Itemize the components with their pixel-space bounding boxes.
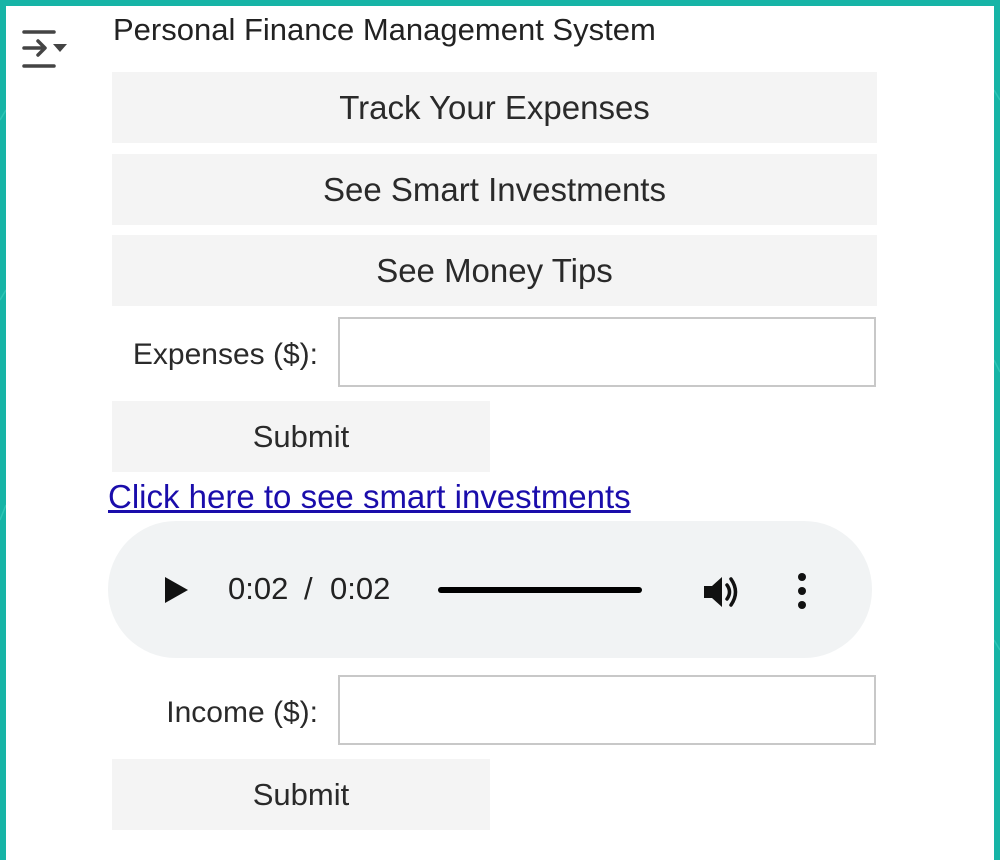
- audio-progress-fill: [438, 587, 642, 593]
- volume-icon[interactable]: [702, 573, 744, 611]
- smart-investments-link[interactable]: Click here to see smart investments: [108, 476, 631, 518]
- more-vertical-icon[interactable]: [796, 571, 808, 611]
- filter-menu-icon[interactable]: [20, 26, 72, 74]
- play-icon[interactable]: [162, 575, 190, 605]
- income-label: Income ($):: [166, 696, 318, 729]
- app-window: Personal Finance Management System Track…: [6, 6, 994, 860]
- expenses-label: Expenses ($):: [132, 338, 318, 371]
- expenses-input[interactable]: [338, 317, 876, 387]
- page-title: Personal Finance Management System: [113, 12, 656, 47]
- income-input[interactable]: [338, 675, 876, 745]
- audio-current-time: 0:02: [228, 571, 289, 606]
- income-submit-button[interactable]: Submit: [112, 759, 490, 830]
- money-tips-button[interactable]: See Money Tips: [112, 235, 877, 306]
- expenses-submit-button[interactable]: Submit: [112, 401, 490, 472]
- audio-player: 0:02 / 0:02: [108, 521, 872, 658]
- track-expenses-button[interactable]: Track Your Expenses: [112, 72, 877, 143]
- audio-time-separator: /: [304, 571, 313, 606]
- audio-duration: 0:02: [330, 571, 391, 606]
- audio-progress-bar[interactable]: [438, 587, 642, 593]
- smart-investments-button[interactable]: See Smart Investments: [112, 154, 877, 225]
